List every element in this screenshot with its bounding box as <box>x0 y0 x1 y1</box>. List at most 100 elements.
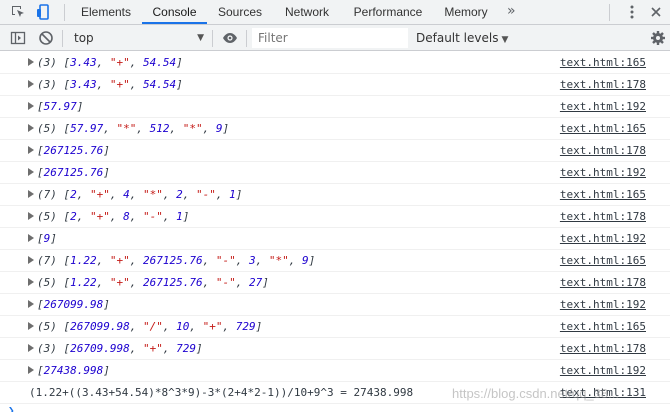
settings-gear-icon[interactable] <box>650 30 666 46</box>
number-value: 2 <box>70 188 77 201</box>
source-link[interactable]: text.html:192 <box>560 162 646 184</box>
array-preview: (5) [1.22, "+", 267125.76, "-", 27] <box>37 276 269 289</box>
source-link[interactable]: text.html:192 <box>560 294 646 316</box>
toolbar-divider <box>64 4 65 21</box>
number-value: 729 <box>176 342 196 355</box>
array-length: (3) <box>37 78 64 91</box>
sidebar-toggle-icon[interactable] <box>10 30 26 46</box>
dropdown-arrow-icon: ▼ <box>197 33 204 43</box>
device-toolbar-icon[interactable] <box>36 4 52 20</box>
close-icon[interactable] <box>648 4 664 20</box>
filter-input[interactable] <box>252 28 408 48</box>
array-preview: (3) [3.43, "+", 54.54] <box>37 78 183 91</box>
console-row[interactable]: (7) [1.22, "+", 267125.76, "-", 3, "*", … <box>0 250 670 272</box>
string-value: "+" <box>109 254 130 267</box>
console-row[interactable]: [267125.76] text.html:192 <box>0 162 670 184</box>
clear-console-icon[interactable] <box>38 30 54 46</box>
console-prompt-icon[interactable]: ❯ <box>8 404 15 412</box>
toolbar-divider <box>609 4 610 21</box>
context-selector[interactable]: top ▼ <box>64 28 210 48</box>
array-preview: (7) [1.22, "+", 267125.76, "-", 3, "*", … <box>37 254 316 267</box>
string-value: "*" <box>182 122 203 135</box>
source-link[interactable]: text.html:165 <box>560 184 646 206</box>
expand-triangle-icon[interactable] <box>28 366 34 374</box>
number-value: 2 <box>176 188 183 201</box>
expand-triangle-icon[interactable] <box>28 102 34 110</box>
array-preview: [267125.76] <box>37 166 110 179</box>
expand-triangle-icon[interactable] <box>28 212 34 220</box>
source-link[interactable]: text.html:178 <box>560 338 646 360</box>
tab-memory[interactable]: Memory <box>437 0 495 24</box>
tab-performance[interactable]: Performance <box>346 0 430 24</box>
source-link[interactable]: text.html:178 <box>560 272 646 294</box>
array-preview: (3) [3.43, "+", 54.54] <box>37 56 183 69</box>
tab-network[interactable]: Network <box>277 0 337 24</box>
expand-triangle-icon[interactable] <box>28 146 34 154</box>
array-preview: [57.97] <box>37 100 84 113</box>
source-link[interactable]: text.html:165 <box>560 52 646 74</box>
console-row[interactable]: [267099.98] text.html:192 <box>0 294 670 316</box>
string-value: "-" <box>196 188 216 201</box>
expand-triangle-icon[interactable] <box>28 234 34 242</box>
expand-triangle-icon[interactable] <box>28 256 34 264</box>
log-levels-dropdown[interactable]: Default levels ▼ <box>416 28 508 48</box>
source-link[interactable]: text.html:192 <box>560 96 646 118</box>
number-value: 267125.76 <box>43 166 104 179</box>
expand-triangle-icon[interactable] <box>28 124 34 132</box>
console-row[interactable]: (5) [57.97, "*", 512, "*", 9] text.html:1… <box>0 118 670 140</box>
tab-elements[interactable]: Elements <box>75 0 137 24</box>
source-link[interactable]: text.html:165 <box>560 250 646 272</box>
more-tabs-button[interactable]: » <box>507 0 516 24</box>
array-preview: [267099.98] <box>37 298 110 311</box>
string-value: "-" <box>143 210 163 223</box>
inspect-element-icon[interactable] <box>10 4 26 20</box>
array-length: (5) <box>37 210 64 223</box>
source-link[interactable]: text.html:192 <box>560 360 646 382</box>
console-row[interactable]: (5) [2, "+", 8, "-", 1] text.html:178 <box>0 206 670 228</box>
toolbar-divider <box>212 30 213 47</box>
console-row[interactable]: (3) [3.43, "+", 54.54] text.html:178 <box>0 74 670 96</box>
console-row[interactable]: [267125.76] text.html:178 <box>0 140 670 162</box>
number-value: 512 <box>149 122 170 135</box>
expand-triangle-icon[interactable] <box>28 168 34 176</box>
number-value: 3.43 <box>70 78 97 91</box>
source-link[interactable]: text.html:178 <box>560 140 646 162</box>
array-preview: (3) [26709.998, "+", 729] <box>37 342 203 355</box>
string-value: "+" <box>142 342 163 355</box>
source-link[interactable]: text.html:165 <box>560 118 646 140</box>
console-row[interactable]: [27438.998] text.html:192 <box>0 360 670 382</box>
expand-triangle-icon[interactable] <box>28 278 34 286</box>
expand-triangle-icon[interactable] <box>28 58 34 66</box>
context-label: top <box>74 31 94 45</box>
string-value: "+" <box>109 56 130 69</box>
devtools-tabbar: Elements Console Sources Network Perform… <box>0 0 670 25</box>
console-row[interactable]: (5) [1.22, "+", 267125.76, "-", 27] text.… <box>0 272 670 294</box>
source-link[interactable]: text.html:165 <box>560 316 646 338</box>
toolbar-divider <box>62 30 63 47</box>
console-row[interactable]: [9] text.html:192 <box>0 228 670 250</box>
console-row[interactable]: [57.97] text.html:192 <box>0 96 670 118</box>
console-row[interactable]: (7) [2, "+", 4, "*", 2, "-", 1] text.html… <box>0 184 670 206</box>
kebab-menu-icon[interactable] <box>624 4 640 20</box>
levels-label: Default levels <box>416 31 499 45</box>
array-preview: (5) [267099.98, "/", 10, "+", 729] <box>37 320 263 333</box>
expand-triangle-icon[interactable] <box>28 190 34 198</box>
number-value: 1 <box>229 188 236 201</box>
console-row[interactable]: (3) [3.43, "+", 54.54] text.html:165 <box>0 52 670 74</box>
tab-console[interactable]: Console <box>142 0 207 24</box>
string-value: "+" <box>202 320 223 333</box>
expand-triangle-icon[interactable] <box>28 300 34 308</box>
expand-triangle-icon[interactable] <box>28 344 34 352</box>
number-value: 3.43 <box>70 56 97 69</box>
expand-triangle-icon[interactable] <box>28 322 34 330</box>
console-row[interactable]: (3) [26709.998, "+", 729] text.html:178 <box>0 338 670 360</box>
string-value: "+" <box>90 188 110 201</box>
console-row[interactable]: (5) [267099.98, "/", 10, "+", 729] text.h… <box>0 316 670 338</box>
number-value: 27438.998 <box>43 364 104 377</box>
expand-triangle-icon[interactable] <box>28 80 34 88</box>
tab-sources[interactable]: Sources <box>211 0 269 24</box>
source-link[interactable]: text.html:178 <box>560 74 646 96</box>
source-link[interactable]: text.html:178 <box>560 206 646 228</box>
eye-icon[interactable] <box>222 30 238 46</box>
source-link[interactable]: text.html:192 <box>560 228 646 250</box>
